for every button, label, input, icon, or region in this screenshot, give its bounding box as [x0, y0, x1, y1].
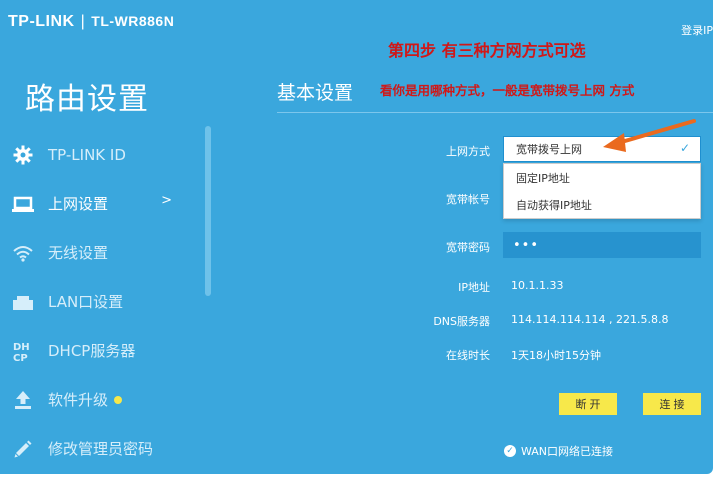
connection-type-label: 上网方式	[446, 145, 490, 158]
wan-status: ✓ WAN口网络已连接	[504, 443, 613, 459]
sidebar-item-label: DHCP服务器	[48, 342, 136, 360]
ip-address-label: IP地址	[458, 281, 490, 294]
connection-type-select[interactable]: 宽带拨号上网 ✓	[503, 136, 701, 162]
svg-text:CP: CP	[13, 353, 28, 362]
connection-type-selected-value: 宽带拨号上网	[516, 143, 582, 156]
disconnect-button[interactable]: 断 开	[559, 393, 617, 415]
top-header: TP-LINK | TL-WR886N 第四步 有三种方网方式可选 登录IP	[0, 0, 713, 60]
sidebar-scrollbar[interactable]	[205, 126, 211, 296]
svg-text:DH: DH	[13, 342, 30, 353]
router-admin-window: TP-LINK | TL-WR886N 第四步 有三种方网方式可选 登录IP 路由设…	[0, 0, 713, 474]
laptop-icon	[10, 193, 36, 215]
sidebar-item-dhcp[interactable]: DH CP DHCP服务器	[0, 326, 200, 375]
upload-icon	[10, 389, 36, 411]
model-name: TL-WR886N	[91, 13, 175, 29]
check-circle-icon: ✓	[504, 445, 516, 457]
sidebar-item-label: 无线设置	[48, 244, 109, 262]
sidebar-item-label: LAN口设置	[48, 293, 124, 311]
sidebar-item-admin-password[interactable]: 修改管理员密码	[0, 424, 200, 473]
pencil-icon	[10, 438, 36, 460]
online-time-value: 1天18小时15分钟	[511, 349, 601, 362]
pppoe-account-label: 宽带帐号	[446, 193, 490, 206]
brand-logo: TP-LINK | TL-WR886N	[8, 13, 174, 31]
wan-status-text: WAN口网络已连接	[521, 445, 614, 458]
pppoe-password-label: 宽带密码	[446, 241, 490, 254]
annotation-step-text: 第四步 有三种方网方式可选	[388, 41, 586, 60]
sidebar-item-firmware-upgrade[interactable]: 软件升级	[0, 375, 200, 424]
main-panel: 基本设置 看你是用哪种方式，一般是宽带拨号上网 方式 上网方式 宽带拨号上网 ✓…	[232, 60, 713, 474]
brand-separator: |	[80, 13, 86, 30]
sidebar-item-label: 软件升级	[48, 391, 109, 409]
annotation-hint-text: 看你是用哪种方式，一般是宽带拨号上网 方式	[380, 83, 635, 98]
chevron-right-icon: >	[161, 193, 172, 208]
connection-type-dropdown: 固定IP地址 自动获得IP地址	[503, 163, 701, 219]
update-indicator-dot	[114, 395, 123, 404]
sidebar-title: 路由设置	[25, 82, 149, 117]
option-dynamic-ip[interactable]: 自动获得IP地址	[504, 191, 700, 218]
online-time-label: 在线时长	[446, 349, 490, 362]
sidebar-item-lan[interactable]: LAN口设置	[0, 277, 200, 326]
sidebar-item-label: 修改管理员密码	[48, 440, 154, 458]
ip-address-value: 10.1.1.33	[511, 279, 564, 292]
gear-icon	[10, 144, 36, 166]
dns-server-label: DNS服务器	[433, 315, 490, 328]
sidebar: 路由设置 TP-LINK ID 上网设置 > 无线设置 LAN口设置 DH CP…	[0, 60, 218, 474]
wifi-icon	[10, 242, 36, 264]
sidebar-item-wireless[interactable]: 无线设置	[0, 228, 200, 277]
page-title: 基本设置	[277, 82, 354, 104]
title-divider	[277, 112, 713, 113]
login-link[interactable]: 登录IP	[681, 22, 713, 38]
sidebar-nav: TP-LINK ID 上网设置 > 无线设置 LAN口设置 DH CP DHCP…	[0, 130, 200, 473]
sidebar-item-tplink-id[interactable]: TP-LINK ID	[0, 130, 200, 179]
sidebar-item-label: 上网设置	[48, 195, 109, 213]
option-static-ip[interactable]: 固定IP地址	[504, 164, 700, 191]
connect-button[interactable]: 连 接	[643, 393, 701, 415]
sidebar-item-internet-settings[interactable]: 上网设置 >	[0, 179, 200, 228]
dhcp-icon: DH CP	[10, 340, 36, 362]
brand-name: TP-LINK	[8, 13, 75, 30]
check-icon: ✓	[679, 141, 690, 155]
dns-server-value: 114.114.114.114 , 221.5.8.8	[511, 313, 669, 326]
lan-port-icon	[10, 291, 36, 313]
pppoe-password-field[interactable]: •••	[503, 232, 701, 258]
sidebar-item-label: TP-LINK ID	[48, 145, 126, 164]
